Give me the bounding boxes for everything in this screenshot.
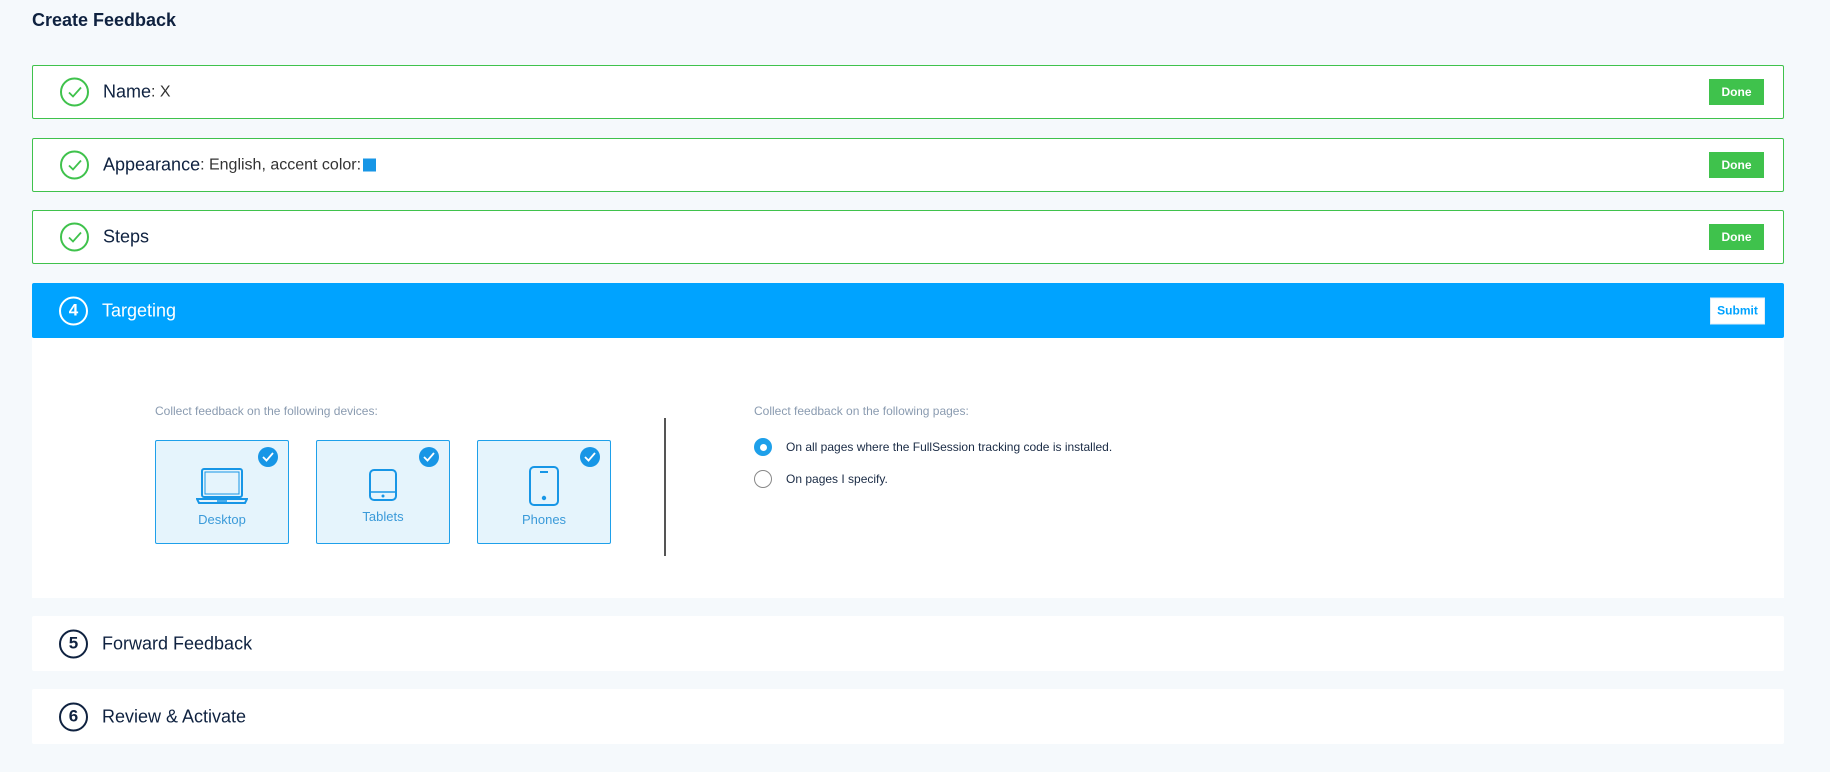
step-title: Forward Feedback	[102, 633, 253, 653]
targeting-panel: Collect feedback on the following device…	[32, 338, 1784, 598]
device-label: Phones	[521, 512, 567, 527]
tablet-icon	[369, 469, 397, 501]
step-number: 5	[59, 629, 88, 658]
device-label: Desktop	[198, 512, 246, 527]
step-title: Appearance: English, accent color:	[103, 155, 377, 176]
device-card-phones[interactable]: Phones	[477, 440, 611, 544]
step-name[interactable]: Name: X Done	[32, 65, 1784, 119]
done-button[interactable]: Done	[1709, 224, 1764, 250]
step-forward-feedback[interactable]: 5 Forward Feedback	[32, 616, 1784, 671]
step-title: Name: X	[103, 81, 171, 102]
step-title: Review & Activate	[102, 706, 247, 726]
radio-button[interactable]	[754, 470, 772, 488]
radio-label: On pages I specify.	[786, 472, 888, 486]
step-number: 6	[59, 702, 88, 731]
done-button[interactable]: Done	[1709, 79, 1764, 105]
step-title: Steps	[103, 226, 150, 247]
check-circle-icon	[60, 77, 89, 107]
step-appearance[interactable]: Appearance: English, accent color: Done	[32, 138, 1784, 192]
device-card-desktop[interactable]: Desktop	[155, 440, 289, 544]
step-targeting[interactable]: 4 Targeting Submit	[32, 283, 1784, 338]
step-review-activate[interactable]: 6 Review & Activate	[32, 689, 1784, 744]
device-label: Tablets	[362, 509, 404, 524]
checkmark-icon	[580, 447, 600, 467]
accent-color-swatch	[363, 158, 377, 172]
step-title: Targeting	[102, 300, 177, 320]
pages-label: Collect feedback on the following pages:	[754, 404, 969, 418]
devices-label: Collect feedback on the following device…	[155, 404, 378, 418]
step-number: 4	[59, 296, 88, 325]
page-option-specify[interactable]: On pages I specify.	[754, 470, 888, 488]
radio-button-selected[interactable]	[754, 438, 772, 456]
checkmark-icon	[419, 447, 439, 467]
vertical-divider	[664, 418, 666, 556]
phone-icon	[529, 466, 559, 506]
step-steps[interactable]: Steps Done	[32, 210, 1784, 264]
submit-button[interactable]: Submit	[1710, 297, 1765, 324]
checkmark-icon	[258, 447, 278, 467]
page-title: Create Feedback	[32, 10, 177, 30]
check-circle-icon	[60, 150, 89, 180]
page-option-all[interactable]: On all pages where the FullSession track…	[754, 438, 1112, 456]
done-button[interactable]: Done	[1709, 152, 1764, 178]
laptop-icon	[196, 468, 248, 504]
device-card-tablets[interactable]: Tablets	[316, 440, 450, 544]
radio-label: On all pages where the FullSession track…	[786, 440, 1113, 454]
check-circle-icon	[60, 222, 89, 252]
